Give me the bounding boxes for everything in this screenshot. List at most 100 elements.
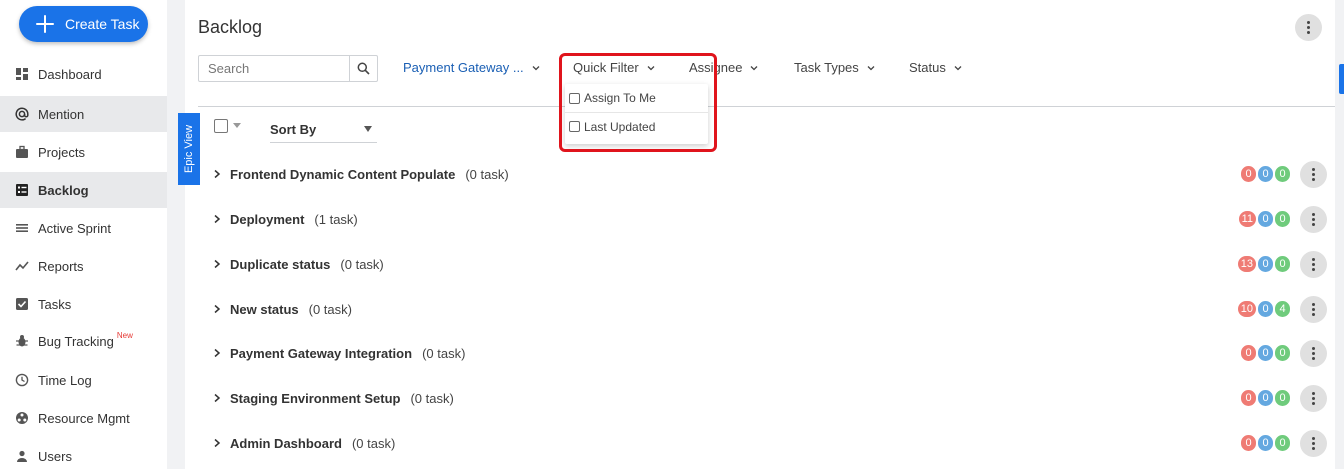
sidebar-item-resource-mgmt[interactable]: Resource Mgmt (0, 400, 167, 436)
search-box (198, 55, 378, 82)
filter-divider (198, 106, 1335, 107)
epic-name[interactable]: Frontend Dynamic Content Populate (230, 167, 455, 182)
kebab-dot (1312, 356, 1315, 360)
epic-more-button[interactable] (1300, 429, 1327, 457)
epic-more-button[interactable] (1300, 384, 1327, 412)
chevron-right-icon[interactable] (213, 304, 221, 314)
chevron-right-icon[interactable] (213, 214, 221, 224)
epic-task-count: (0 task) (410, 390, 454, 406)
sidebar-item-label: Dashboard (38, 66, 102, 82)
search-icon (357, 62, 370, 75)
quick-filter-option-last-updated[interactable]: Last Updated (565, 112, 708, 140)
chart-line-icon (15, 259, 29, 273)
checkbox-icon (15, 297, 29, 311)
clock-icon (15, 373, 29, 387)
sidebar-item-label: Backlog (38, 182, 89, 198)
kebab-icon (1312, 257, 1315, 261)
badge-blue: 0 (1258, 211, 1273, 227)
sort-by-dropdown[interactable]: Sort By (270, 116, 377, 143)
epic-badges: 0 0 0 (1230, 160, 1290, 188)
kebab-dot (1312, 307, 1315, 311)
epic-badges: 11 0 0 (1230, 205, 1290, 233)
quick-filter-option-assign-to-me[interactable]: Assign To Me (565, 84, 708, 112)
assignee-filter-dropdown[interactable]: Assignee (689, 60, 758, 75)
option-label: Last Updated (584, 119, 656, 134)
epic-more-button[interactable] (1300, 160, 1327, 188)
epic-more-button[interactable] (1300, 205, 1327, 233)
badge-green: 0 (1275, 256, 1290, 272)
assignee-filter-label: Assignee (689, 60, 743, 75)
create-task-button[interactable]: Create Task (19, 6, 148, 42)
badge-green: 0 (1275, 211, 1290, 227)
sidebar-item-label: Active Sprint (38, 220, 111, 236)
status-filter-dropdown[interactable]: Status (909, 60, 962, 75)
epic-name[interactable]: Duplicate status (230, 257, 330, 272)
chevron-down-icon (867, 65, 875, 70)
create-task-label: Create Task (65, 16, 140, 32)
sidebar-item-label: Bug Tracking (38, 333, 114, 349)
kebab-icon (1312, 391, 1315, 395)
sidebar-item-time-log[interactable]: Time Log (0, 362, 167, 398)
sidebar-item-users[interactable]: Users (0, 438, 167, 469)
badge-blue: 0 (1258, 256, 1273, 272)
option-checkbox[interactable] (569, 92, 580, 104)
select-all-checkbox[interactable] (214, 119, 228, 133)
sidebar-item-label: Projects (38, 144, 85, 160)
epic-task-count: (0 task) (465, 166, 509, 182)
sidebar-item-bug-tracking[interactable]: Bug Tracking New (0, 323, 167, 359)
kebab-dot (1312, 401, 1315, 405)
epic-row[interactable]: Payment Gateway Integration (0 task) 0 0… (213, 339, 1328, 367)
badge-blue: 0 (1258, 390, 1273, 406)
chevron-right-icon[interactable] (213, 169, 221, 179)
epic-name[interactable]: Admin Dashboard (230, 436, 342, 451)
quick-filter-dropdown[interactable]: Quick Filter (573, 60, 655, 75)
chevron-right-icon[interactable] (213, 259, 221, 269)
chevron-right-icon[interactable] (213, 348, 221, 358)
sidebar-item-reports[interactable]: Reports (0, 248, 167, 284)
search-input[interactable] (199, 56, 349, 81)
badge-red: 0 (1241, 435, 1256, 451)
epic-view-toggle[interactable]: Epic View (178, 113, 200, 185)
sidebar-item-tasks[interactable]: Tasks (0, 286, 167, 322)
epic-name[interactable]: Payment Gateway Integration (230, 346, 412, 361)
epic-row[interactable]: Admin Dashboard (0 task) 0 0 0 (213, 429, 1328, 457)
sidebar: Create Task Dashboard Mention Projects B… (0, 0, 167, 469)
epic-row[interactable]: Deployment (1 task) 11 0 0 (213, 205, 1328, 233)
chevron-down-icon (954, 65, 962, 70)
kebab-dot (1312, 312, 1315, 316)
epic-row[interactable]: Staging Environment Setup (0 task) 0 0 0 (213, 384, 1328, 412)
chevron-right-icon[interactable] (213, 393, 221, 403)
chevron-right-icon[interactable] (213, 438, 221, 448)
main-panel: Backlog Payment Gateway ... Quick Filter… (178, 0, 1344, 469)
sidebar-item-mention[interactable]: Mention (0, 96, 167, 132)
more-options-button[interactable] (1295, 14, 1322, 41)
side-panel-tab[interactable] (1339, 64, 1344, 94)
epic-row[interactable]: Frontend Dynamic Content Populate (0 tas… (213, 160, 1328, 188)
epic-name[interactable]: Deployment (230, 212, 304, 227)
epic-more-button[interactable] (1300, 295, 1327, 323)
badge-green: 0 (1275, 166, 1290, 182)
user-icon (15, 449, 29, 463)
sidebar-item-backlog[interactable]: Backlog (0, 172, 167, 208)
sidebar-item-dashboard[interactable]: Dashboard (0, 56, 167, 92)
epic-row[interactable]: New status (0 task) 10 0 4 (213, 295, 1328, 323)
epic-row[interactable]: Duplicate status (0 task) 13 0 0 (213, 250, 1328, 278)
epic-more-button[interactable] (1300, 250, 1327, 278)
epic-more-button[interactable] (1300, 339, 1327, 367)
badge-red: 10 (1237, 301, 1256, 317)
badge-red: 0 (1241, 166, 1256, 182)
sidebar-item-active-sprint[interactable]: Active Sprint (0, 210, 167, 246)
search-button[interactable] (349, 56, 377, 81)
epic-name[interactable]: Staging Environment Setup (230, 391, 400, 406)
project-filter-dropdown[interactable]: Payment Gateway ... (403, 60, 540, 75)
page-title: Backlog (198, 17, 263, 37)
kebab-dot (1312, 267, 1315, 271)
task-types-filter-dropdown[interactable]: Task Types (794, 60, 875, 75)
epic-task-count: (0 task) (340, 256, 384, 272)
epic-name[interactable]: New status (230, 302, 299, 317)
badge-red: 13 (1237, 256, 1256, 272)
option-checkbox[interactable] (569, 121, 580, 132)
select-options-caret-icon[interactable] (233, 123, 241, 128)
sidebar-item-projects[interactable]: Projects (0, 134, 167, 170)
new-badge: New (116, 330, 133, 340)
